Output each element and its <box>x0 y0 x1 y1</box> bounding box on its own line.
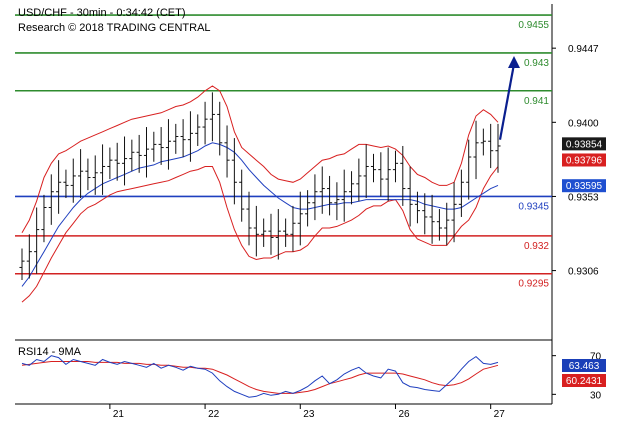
y-tick-label-3: 0.9306 <box>568 267 599 278</box>
chart-instrument-title: USD/CHF - 30min - 0:34:42 (CET) <box>18 7 185 19</box>
level-label-3: 0.9345 <box>518 201 549 212</box>
level-label-5: 0.9295 <box>518 279 549 290</box>
y-tick-label-2: 0.9353 <box>568 192 599 203</box>
x-tick-label-0: 21 <box>113 409 125 420</box>
rsi-title: RSI14 - 9MA <box>18 346 82 358</box>
price-badge-label-1: 0.93796 <box>566 155 603 166</box>
x-tick-label-1: 22 <box>208 409 220 420</box>
rsi-tick-label-1: 30 <box>590 390 602 401</box>
chart-svg: 0.9455 0.943 0.941 0.9345 0.932 0.9295 0.9447… <box>0 0 620 434</box>
chart-root: 0.9455 0.943 0.941 0.9345 0.932 0.9295 0.9447… <box>0 0 620 434</box>
rsi-badge-label-0: 63.463 <box>569 361 600 372</box>
level-label-0: 0.9455 <box>518 20 549 31</box>
price-badge-label-0: 0.93854 <box>566 139 603 150</box>
x-tick-label-4: 27 <box>494 409 506 420</box>
level-label-1: 0.943 <box>524 58 549 69</box>
y-tick-label-1: 0.9400 <box>568 118 599 129</box>
price-badge-label-2: 0.93595 <box>566 181 603 192</box>
level-label-4: 0.932 <box>524 241 549 252</box>
level-label-2: 0.941 <box>524 96 549 107</box>
x-tick-label-2: 23 <box>303 409 315 420</box>
x-tick-label-3: 26 <box>398 409 410 420</box>
rsi-badge-label-1: 60.2431 <box>566 376 603 387</box>
y-tick-label-0: 0.9447 <box>568 44 599 55</box>
chart-copyright: Research © 2018 TRADING CENTRAL <box>18 22 211 34</box>
